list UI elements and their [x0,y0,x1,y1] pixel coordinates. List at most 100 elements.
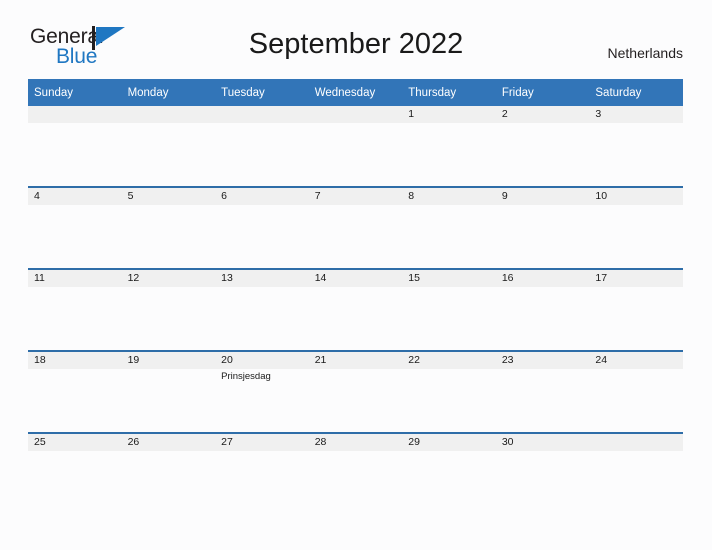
day-number: 28 [308,434,403,451]
calendar-day-cell[interactable]: 20 Prinsjesdag [215,350,309,433]
day-cell-inner: 1 [402,106,496,186]
day-cell-inner: 5 [121,188,216,268]
day-cell-inner: 17 [589,270,683,350]
day-cell-inner: 19 [121,352,216,432]
day-number: 5 [121,188,216,205]
day-number: 20 [215,352,309,369]
day-cell-inner: 21 [308,352,403,432]
day-cell-inner: 10 [589,188,683,268]
day-number: 19 [121,352,216,369]
day-cell-inner: 27 [215,434,309,514]
calendar-day-cell[interactable]: 29 [402,432,496,514]
calendar-day-cell[interactable]: 4 [28,186,122,269]
day-cell-inner: 28 [308,434,403,514]
day-cell-inner: 24 [589,352,683,432]
weekday-header-sunday: Sunday [28,79,122,106]
calendar-day-cell-empty [28,106,122,187]
day-cell-inner: 20 Prinsjesdag [215,352,309,432]
calendar-day-cell[interactable]: 16 [495,268,590,351]
day-number: 24 [589,352,683,369]
weekday-header-row: Sunday Monday Tuesday Wednesday Thursday Frid… [28,79,683,106]
calendar-day-cell[interactable]: 21 [308,350,403,433]
day-number: 13 [215,270,309,287]
calendar-day-cell[interactable]: 12 [121,268,216,351]
calendar-day-cell[interactable]: 11 [28,268,122,351]
weekday-header-monday: Monday [121,79,216,106]
calendar-day-cell[interactable]: 19 [121,350,216,433]
calendar-week-row: 11 12 13 14 15 16 17 [28,268,683,351]
day-number [308,106,403,123]
day-cell-inner: 30 [495,434,590,514]
page-header: General Blue September 2022 Netherlands [0,0,712,68]
day-number: 6 [215,188,309,205]
calendar-day-cell[interactable]: 7 [308,186,403,269]
calendar-week-row: 25 26 27 28 29 30 [28,432,683,514]
calendar-day-cell[interactable]: 25 [28,432,122,514]
calendar-day-cell[interactable]: 13 [215,268,309,351]
calendar-day-cell-empty [589,432,683,514]
weekday-header-tuesday: Tuesday [215,79,309,106]
calendar-day-cell[interactable]: 2 [495,106,590,187]
day-number: 1 [402,106,496,123]
calendar-day-cell[interactable]: 9 [495,186,590,269]
day-number: 9 [495,188,590,205]
calendar-day-cell[interactable]: 24 [589,350,683,433]
day-cell-inner: 13 [215,270,309,350]
calendar-day-cell[interactable]: 14 [308,268,403,351]
weekday-header-friday: Friday [495,79,590,106]
day-cell-inner [308,106,403,186]
day-number [215,106,309,123]
calendar-week-row: 18 19 20 Prinsjesdag 21 22 23 24 [28,350,683,433]
day-number: 26 [121,434,216,451]
calendar-day-cell[interactable]: 17 [589,268,683,351]
day-cell-inner: 6 [215,188,309,268]
day-cell-inner: 15 [402,270,496,350]
holiday-event-label: Prinsjesdag [221,371,271,382]
calendar-day-cell[interactable]: 26 [121,432,216,514]
day-cell-inner: 8 [402,188,496,268]
day-cell-inner: 25 [28,434,122,514]
day-number: 29 [402,434,496,451]
day-cell-inner [28,106,122,186]
calendar-day-cell[interactable]: 15 [402,268,496,351]
calendar-day-cell[interactable]: 23 [495,350,590,433]
calendar-day-cell[interactable]: 18 [28,350,122,433]
calendar-table: Sunday Monday Tuesday Wednesday Thursday Frid… [28,79,683,514]
calendar-week-row: 123 [28,106,683,187]
weekday-header-saturday: Saturday [589,79,683,106]
calendar-week-row: 4 5 6 7 8 9 10 [28,186,683,269]
day-cell-inner: 29 [402,434,496,514]
calendar-day-cell[interactable]: 5 [121,186,216,269]
day-number: 23 [495,352,590,369]
day-cell-inner: 18 [28,352,122,432]
day-cell-inner: 26 [121,434,216,514]
calendar-day-cell[interactable]: 30 [495,432,590,514]
day-cell-inner: 11 [28,270,122,350]
day-number [589,434,683,451]
calendar-day-cell[interactable]: 28 [308,432,403,514]
day-cell-inner: 2 [495,106,590,186]
day-number: 17 [589,270,683,287]
calendar-container: Sunday Monday Tuesday Wednesday Thursday Frid… [28,79,683,514]
day-number: 11 [28,270,122,287]
day-number: 21 [308,352,403,369]
day-cell-inner: 12 [121,270,216,350]
day-number: 8 [402,188,496,205]
calendar-day-cell-empty [121,106,216,187]
calendar-day-cell[interactable]: 3 [589,106,683,187]
day-number: 12 [121,270,216,287]
day-number: 27 [215,434,309,451]
calendar-day-cell[interactable]: 10 [589,186,683,269]
calendar-day-cell[interactable]: 8 [402,186,496,269]
day-number: 25 [28,434,122,451]
calendar-day-cell[interactable]: 22 [402,350,496,433]
country-label: Netherlands [607,45,684,61]
day-number: 10 [589,188,683,205]
calendar-day-cell[interactable]: 1 [402,106,496,187]
day-cell-inner: 9 [495,188,590,268]
calendar-day-cell[interactable]: 6 [215,186,309,269]
calendar-day-cell[interactable]: 27 [215,432,309,514]
day-cell-inner [121,106,216,186]
day-cell-inner [215,106,309,186]
page-title: September 2022 [248,28,464,60]
